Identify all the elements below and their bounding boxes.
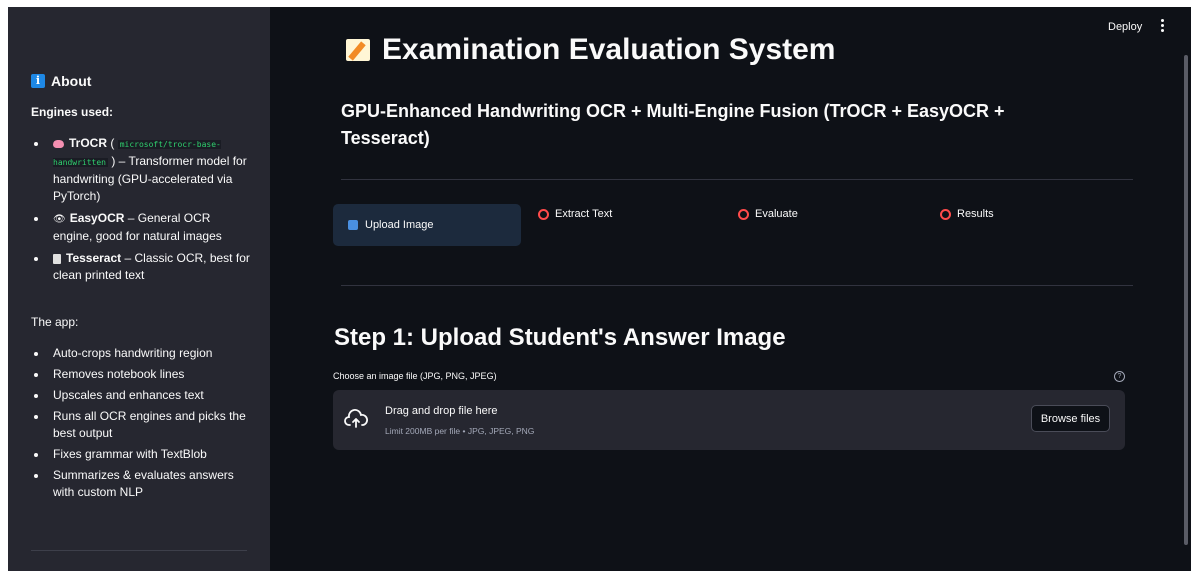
engine-name: TrOCR xyxy=(69,136,108,150)
divider xyxy=(341,179,1133,180)
scrollbar[interactable] xyxy=(1184,55,1188,545)
file-uploader-label: Choose an image file (JPG, PNG, JPEG) xyxy=(333,371,497,381)
list-item: Summarizes & evaluates answers with cust… xyxy=(31,467,253,501)
app-features-list: Auto-crops handwriting region Removes no… xyxy=(31,345,253,505)
engines-list: TrOCR ( microsoft/trocr-base-handwritten… xyxy=(31,135,253,289)
step-label: Upload Image xyxy=(365,219,434,231)
engine-item-tesseract: Tesseract – Classic OCR, best for clean … xyxy=(31,250,253,284)
step-label: Results xyxy=(957,208,994,220)
page-subtitle: GPU-Enhanced Handwriting OCR + Multi-Eng… xyxy=(341,101,1005,148)
sidebar-heading-label: About xyxy=(51,73,92,89)
step-heading: Step 1: Upload Student's Answer Image xyxy=(334,324,786,351)
eye-icon: 👁 xyxy=(53,214,66,225)
engine-name: Tesseract xyxy=(66,251,122,265)
app-window: i About Engines used: TrOCR ( microsoft/… xyxy=(8,7,1191,571)
circle-icon xyxy=(538,208,549,220)
info-icon: i xyxy=(31,74,45,88)
page-title: Examination Evaluation System xyxy=(346,33,835,67)
circle-icon xyxy=(738,208,749,220)
deploy-button[interactable]: Deploy xyxy=(1108,21,1142,33)
circle-icon xyxy=(940,208,951,220)
dropzone-title: Drag and drop file here xyxy=(385,405,498,417)
help-icon[interactable]: ? xyxy=(1114,371,1125,382)
upload-icon xyxy=(348,220,358,230)
more-menu-icon[interactable] xyxy=(1158,18,1166,34)
engine-item-easyocr: 👁 EasyOCR – General OCR engine, good for … xyxy=(31,210,253,245)
list-item: Auto-crops handwriting region xyxy=(31,345,253,362)
browse-files-button[interactable]: Browse files xyxy=(1031,405,1110,432)
page-title-text: Examination Evaluation System xyxy=(382,33,836,66)
list-item: Fixes grammar with TextBlob xyxy=(31,446,253,463)
cloud-upload-icon xyxy=(344,409,368,428)
step-extract-text[interactable]: Extract Text xyxy=(538,208,612,220)
step-results[interactable]: Results xyxy=(940,208,994,220)
step-label: Extract Text xyxy=(555,208,613,220)
dropzone-limit: Limit 200MB per file • JPG, JPEG, PNG xyxy=(385,426,535,436)
file-dropzone[interactable]: Drag and drop file here Limit 200MB per … xyxy=(333,390,1125,450)
step-label: Evaluate xyxy=(755,208,798,220)
step-upload-image[interactable]: Upload Image xyxy=(333,204,521,246)
engine-name: EasyOCR xyxy=(69,211,125,225)
sidebar: i About Engines used: TrOCR ( microsoft/… xyxy=(8,7,270,571)
list-item: Runs all OCR engines and picks the best … xyxy=(31,408,253,442)
engines-title: Engines used: xyxy=(31,105,114,119)
memo-icon xyxy=(346,39,370,61)
brain-icon xyxy=(53,139,64,148)
engine-item-trocr: TrOCR ( microsoft/trocr-base-handwritten… xyxy=(31,135,253,205)
sidebar-heading: i About xyxy=(31,73,91,89)
divider xyxy=(341,285,1133,286)
document-icon xyxy=(53,253,61,264)
list-item: Removes notebook lines xyxy=(31,366,253,383)
engine-paren: ( xyxy=(107,136,118,150)
sidebar-divider xyxy=(31,550,247,551)
step-evaluate[interactable]: Evaluate xyxy=(738,208,798,220)
list-item: Upscales and enhances text xyxy=(31,387,253,404)
app-title: The app: xyxy=(31,315,79,329)
